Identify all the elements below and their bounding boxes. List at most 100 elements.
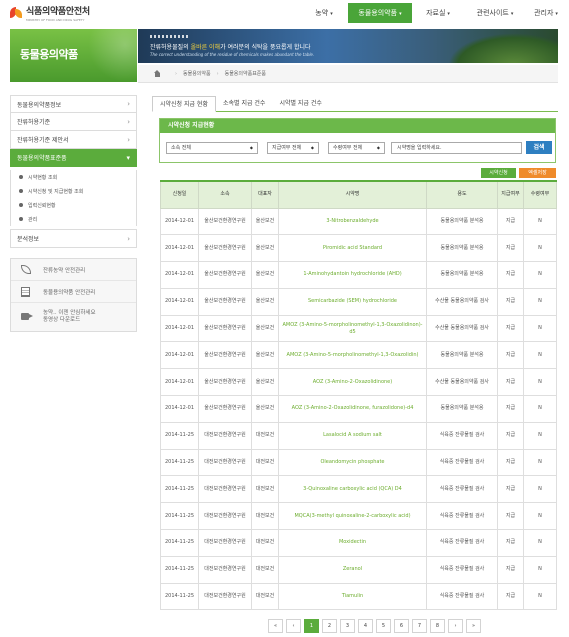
breadcrumb-separator: › [175, 70, 177, 77]
cell-reagent-name[interactable]: Piromidic acid Standard [278, 234, 427, 263]
keyword-input[interactable]: 시약명을 입력하세요. [391, 141, 522, 154]
cell-purpose: 동물용의약품 분석용 [426, 261, 498, 289]
cell-purpose: 동물용의약품 분석용 [426, 207, 498, 236]
breadcrumb-item[interactable]: 동물용의약품 [183, 70, 211, 77]
sidebar-subitem-input-status[interactable]: 입력신뢰현황 [10, 198, 137, 212]
breadcrumb-item[interactable]: 동물용의약품표준품 [225, 70, 266, 77]
quick-link-drug-safety[interactable]: 동물용의약품 안전관리 [11, 281, 136, 303]
chevron-down-icon: ▾ [330, 11, 333, 17]
col-header-reagent[interactable]: 시약명 [278, 180, 427, 209]
sidebar-item-reference-standards[interactable]: 동물용의약품표준품 ▾ [10, 149, 137, 167]
page-last-button[interactable]: » [466, 619, 481, 633]
col-header-purpose[interactable]: 용도 [426, 180, 498, 209]
cell-date: 2014-11-25 [160, 475, 199, 504]
cell-purpose: 식육중 잔류물질 검사 [426, 555, 498, 584]
payment-status-select[interactable]: 지급여부 전체 ◆ [267, 141, 319, 154]
nav-related-sites[interactable]: 관련사이트 ▾ [464, 3, 526, 23]
cell-received: N [523, 287, 557, 316]
cell-date: 2014-11-25 [160, 502, 199, 531]
section-title: 동물용의약품 [20, 48, 78, 61]
cell-reagent-name[interactable]: AMOZ (3-Amino-5-morpholinomethyl-1,3-Oxa… [278, 314, 427, 343]
col-header-date[interactable]: 신청일 [160, 180, 199, 209]
sidebar-item-analysis-info[interactable]: 분석정보 › [10, 230, 137, 248]
cell-organization: 울산보건환경연구원 [198, 207, 252, 236]
col-header-representative[interactable]: 대표자 [251, 180, 279, 209]
cell-date: 2014-12-01 [160, 341, 199, 370]
nav-admin[interactable]: 관리자 ▾ [526, 3, 566, 23]
page-next-button[interactable]: › [448, 619, 463, 633]
cell-reagent-name[interactable]: Oleandomycin phosphate [278, 448, 427, 477]
page-first-button[interactable]: « [268, 619, 283, 633]
logo-mark-icon [10, 6, 22, 20]
nav-veterinary-drug[interactable]: 동물용의약품 ▾ [348, 3, 412, 23]
sidebar-item-mrl[interactable]: 잔류허용기준 › [10, 113, 137, 131]
sidebar-item-drug-info[interactable]: 동물용의약품정보 › [10, 95, 137, 113]
col-header-received[interactable]: 수령여부 [523, 180, 557, 209]
col-header-paid[interactable]: 지급여부 [497, 180, 524, 209]
page-button[interactable]: 2 [322, 619, 337, 633]
cell-paid: 지급 [497, 287, 524, 316]
page-button[interactable]: 1 [304, 619, 319, 633]
sidebar-subitem-manage[interactable]: 관리 [10, 212, 137, 226]
page-prev-button[interactable]: ‹ [286, 619, 301, 633]
cell-reagent-name[interactable]: 3-Quinoxaline carboxylic acid (QCA) D4 [278, 475, 427, 504]
page-button[interactable]: 4 [358, 619, 373, 633]
quick-link-video-download[interactable]: 농약.. 이젠 안심하세요 동영상 다운로드 [11, 303, 136, 331]
cell-reagent-name[interactable]: Lasalocid A sodium salt [278, 421, 427, 450]
breadcrumb: › 동물용의약품 › 동물용의약품표준품 [138, 65, 558, 83]
col-header-organization[interactable]: 소속 [198, 180, 252, 209]
quick-link-pesticide-safety[interactable]: 잔류농약 안전관리 [11, 259, 136, 281]
tab-by-reagent[interactable]: 시약별 지급 건수 [272, 96, 328, 112]
organization-select[interactable]: 소속 전체 ◆ [166, 141, 258, 154]
cell-paid: 지급 [497, 582, 524, 611]
cell-purpose: 식육중 잔류물질 검사 [426, 502, 498, 531]
cell-reagent-name[interactable]: Zeranol [278, 555, 427, 584]
page-button[interactable]: 6 [394, 619, 409, 633]
cell-organization: 울산보건환경연구원 [198, 261, 252, 289]
page-button[interactable]: 8 [430, 619, 445, 633]
cell-reagent-name[interactable]: AOZ (3-Amino-2-Oxazolidinone) [278, 368, 427, 397]
site-logo[interactable]: 식품의약품안전처 MINISTRY OF FOOD AND DRUG SAFET… [10, 4, 90, 22]
chevron-down-icon: ▾ [555, 11, 558, 17]
cell-representative: 울산보건 [251, 314, 279, 343]
nav-resources[interactable]: 자료실 ▾ [412, 3, 464, 23]
cell-reagent-name[interactable]: AMOZ (3-Amino-5-morpholinomethyl-1,3-Oxa… [278, 341, 427, 370]
cell-reagent-name[interactable]: Semicarbazide (SEM) hydrochloride [278, 287, 427, 316]
logo-title: 식품의약품안전처 [26, 7, 90, 17]
cell-date: 2014-12-01 [160, 314, 199, 343]
nav-pesticide[interactable]: 농약 ▾ [300, 3, 348, 23]
cell-reagent-name[interactable]: AOZ (3-Amino-2-Oxazolidinone, furazolido… [278, 395, 427, 423]
chevron-down-icon: ▾ [399, 11, 402, 17]
search-button[interactable]: 검색 [526, 141, 552, 154]
chevron-right-icon: › [127, 234, 130, 243]
cell-reagent-name[interactable]: 1-Aminohydantoin hydrochloride (AHD) [278, 261, 427, 289]
tab-by-organization[interactable]: 소속별 지급 건수 [216, 96, 272, 112]
page-button[interactable]: 5 [376, 619, 391, 633]
cell-received: N [523, 261, 557, 289]
cell-reagent-name[interactable]: MQCA(3-methyl quinoxaline-2-carboxylic a… [278, 502, 427, 531]
visual-slogan: 잔류허용물질의 올바른 이해가 여러분의 식탁을 풍요롭게 합니다 [150, 44, 311, 51]
chevron-down-icon: ▾ [510, 11, 514, 17]
page-button[interactable]: 3 [340, 619, 355, 633]
request-reagent-button[interactable]: 시약신청 [481, 168, 516, 178]
cell-received: N [523, 207, 557, 236]
visual-landscape [448, 33, 558, 63]
cell-reagent-name[interactable]: Tiamulin [278, 582, 427, 611]
cell-date: 2014-12-01 [160, 368, 199, 397]
sidebar-subitem-reagent-status[interactable]: 시약현황 조회 [10, 170, 137, 184]
home-icon[interactable] [154, 70, 161, 77]
video-icon [21, 312, 33, 322]
cell-date: 2014-11-25 [160, 582, 199, 611]
content-tabs: 시약신청 지급 현황 소속별 지급 건수 시약별 지급 건수 [152, 96, 558, 112]
tab-request-status[interactable]: 시약신청 지급 현황 [152, 96, 216, 112]
cell-received: N [523, 395, 557, 423]
cell-reagent-name[interactable]: Moxidectin [278, 529, 427, 557]
cell-representative: 울산보건 [251, 287, 279, 316]
cell-reagent-name[interactable]: 3-Nitrobenzaldehyde [278, 207, 427, 236]
excel-export-button[interactable]: 엑셀저장 [519, 168, 556, 178]
sidebar-item-mrl-proposal[interactable]: 잔류허용기준 제안서 › [10, 131, 137, 149]
sidebar-subitem-request-status[interactable]: 시약신청 및 지급현황 조회 [10, 184, 137, 198]
page-button[interactable]: 7 [412, 619, 427, 633]
cell-paid: 지급 [497, 448, 524, 477]
receipt-status-select[interactable]: 수령여부 전체 ◆ [328, 141, 385, 154]
